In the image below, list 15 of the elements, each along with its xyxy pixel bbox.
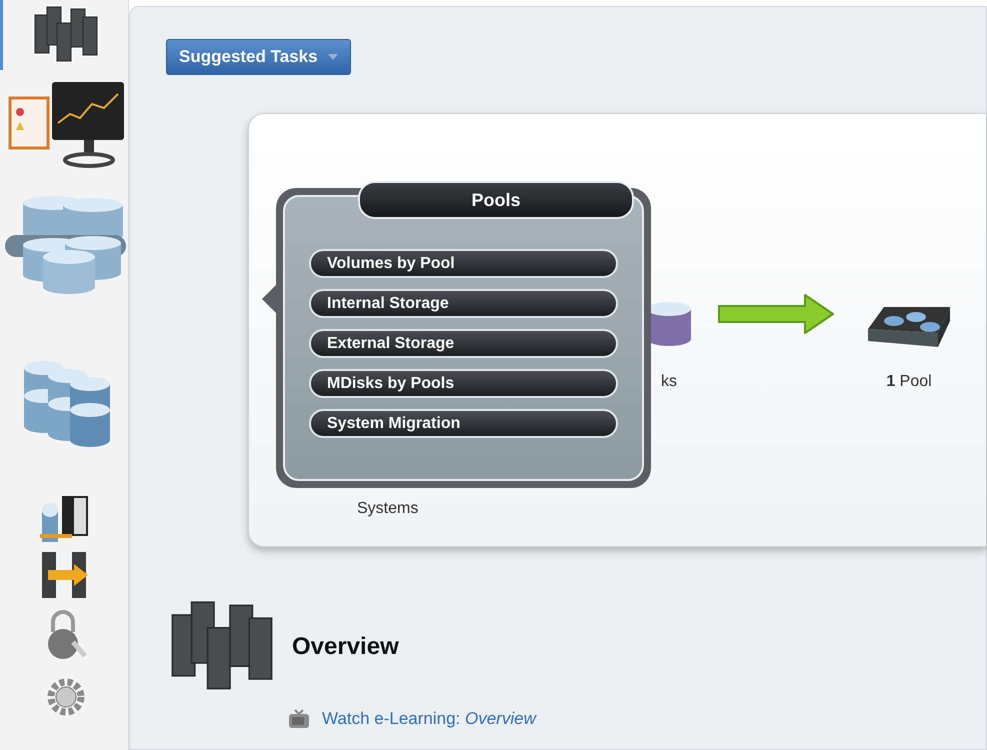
menu-item[interactable]: External Storage [309,329,618,358]
menu-item[interactable]: Volumes by Pool [309,249,618,278]
e-learning-link[interactable]: Watch e-Learning: Overview [322,709,536,729]
menu-item[interactable]: System Migration [309,409,618,438]
suggested-tasks-button[interactable]: Suggested Tasks [166,39,351,75]
menu-item[interactable]: MDisks by Pools [309,369,618,398]
node-label: ks [661,373,677,391]
menu-item[interactable]: Internal Storage [309,289,618,318]
tv-icon [288,709,310,729]
arrow-icon [715,292,837,336]
caret-icon [328,54,338,60]
node-label: Systems [357,500,418,518]
overview-heading: Overview [292,633,399,661]
menu-title: Pools [358,181,634,219]
node-label: 1 Pool [886,373,932,391]
